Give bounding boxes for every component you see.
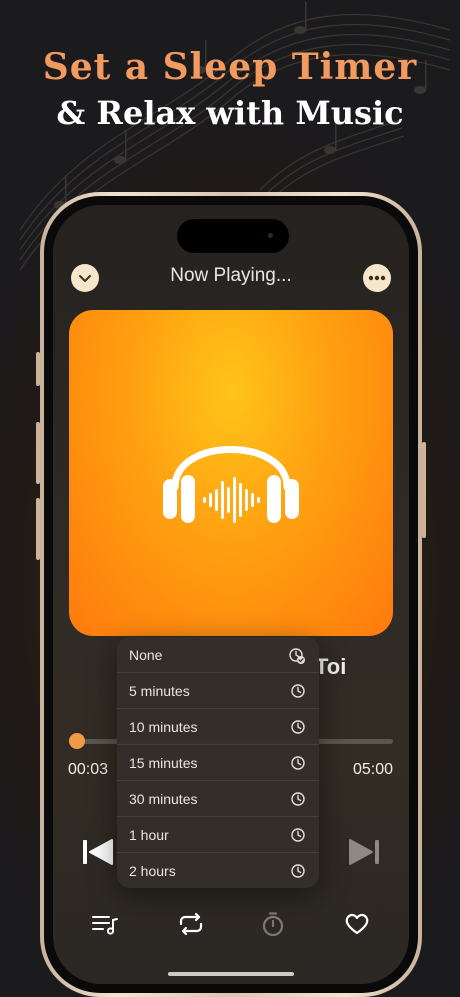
phone-frame: Now Playing... Toi 00:03 05:00 None 5 mi…	[36, 192, 426, 997]
promo-headline: Set a Sleep Timer	[42, 46, 418, 88]
sleep-timer-button[interactable]	[259, 910, 287, 938]
menu-item-label: None	[129, 646, 163, 663]
menu-item-label: 1 hour	[129, 826, 169, 843]
clock-icon	[291, 828, 305, 842]
menu-item-label: 2 hours	[129, 863, 176, 879]
menu-item-none[interactable]: None	[117, 637, 319, 673]
dynamic-island	[177, 219, 289, 253]
playlist-button[interactable]	[91, 910, 119, 938]
menu-item-1-hour[interactable]: 1 hour	[117, 817, 319, 853]
skip-previous-icon	[83, 839, 113, 865]
side-button	[36, 352, 40, 386]
volume-up-button	[36, 422, 40, 484]
menu-item-label: 10 minutes	[129, 718, 198, 735]
favorite-button[interactable]	[343, 910, 371, 938]
menu-item-5-minutes[interactable]: 5 minutes	[117, 673, 319, 709]
promo-subheadline: & Relax with Music	[56, 94, 404, 132]
clock-icon	[291, 720, 305, 734]
ellipsis-icon	[368, 275, 386, 281]
track-title: Toi	[315, 654, 347, 679]
next-button[interactable]	[345, 835, 383, 869]
menu-item-10-minutes[interactable]: 10 minutes	[117, 709, 319, 745]
more-options-button[interactable]	[363, 264, 391, 292]
clock-icon	[291, 792, 305, 806]
menu-item-label: 15 minutes	[129, 754, 198, 771]
headphones-icon	[163, 446, 299, 523]
playlist-icon	[92, 916, 118, 935]
clock-icon	[291, 684, 305, 698]
page-title: Now Playing...	[170, 265, 292, 286]
volume-down-button	[36, 498, 40, 560]
repeat-icon	[179, 912, 203, 936]
power-button	[422, 442, 426, 538]
home-indicator	[168, 972, 294, 976]
clock-icon	[291, 756, 305, 770]
album-artwork	[69, 310, 393, 636]
progress-knob[interactable]	[69, 733, 85, 749]
repeat-button[interactable]	[177, 910, 205, 938]
menu-item-15-minutes[interactable]: 15 minutes	[117, 745, 319, 781]
sleep-timer-menu: None 5 minutes 10 minutes 15 minutes 30 …	[117, 637, 319, 888]
player-screen: Now Playing... Toi 00:03 05:00 None 5 mi…	[53, 205, 409, 984]
menu-item-30-minutes[interactable]: 30 minutes	[117, 781, 319, 817]
heart-icon	[345, 913, 369, 935]
clock-check-icon	[289, 648, 305, 664]
timer-icon	[262, 912, 284, 937]
total-duration: 05:00	[352, 761, 393, 778]
menu-item-label: 5 minutes	[129, 682, 190, 699]
elapsed-time: 00:03	[68, 761, 109, 778]
menu-item-2-hours[interactable]: 2 hours	[117, 853, 319, 888]
menu-item-label: 30 minutes	[129, 790, 198, 807]
previous-button[interactable]	[79, 835, 117, 869]
clock-icon	[291, 864, 305, 878]
skip-next-icon	[349, 839, 379, 865]
